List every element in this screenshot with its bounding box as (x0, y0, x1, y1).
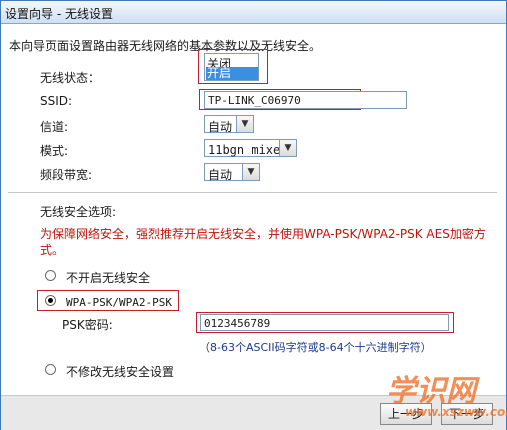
radio-no-security[interactable] (45, 270, 56, 281)
bandwidth-value: 自动 (208, 168, 233, 182)
ssid-value: TP-LINK_C06970 (208, 94, 301, 107)
title-bar: 设置向导 - 无线设置 (1, 1, 506, 24)
psk-password-input[interactable]: 0123456789 (200, 314, 449, 331)
channel-value: 自动 (208, 120, 233, 134)
channel-select[interactable]: 自动 ▼ (204, 115, 254, 134)
mode-value: 11bgn mixed (208, 143, 288, 157)
chevron-down-icon: ▼ (236, 116, 253, 132)
option-no-security-label: 不开启无线安全 (66, 271, 151, 285)
radio-wpa-psk[interactable] (45, 295, 56, 306)
watermark-logo: 学识网 (386, 374, 476, 409)
bandwidth-label: 频段带宽: (40, 168, 93, 182)
ssid-input[interactable]: TP-LINK_C06970 (204, 91, 407, 109)
psk-hint: （8-63个ASCII码字符或8-64个十六进制字符） (199, 341, 432, 354)
mode-select[interactable]: 11bgn mixed ▼ (204, 139, 297, 157)
section-divider (8, 192, 497, 193)
wireless-status-label: 无线状态： (40, 71, 101, 85)
radio-no-change[interactable] (45, 364, 56, 375)
psk-value: 0123456789 (204, 317, 271, 330)
intro-text: 本向导页面设置路由器无线网络的基本参数以及无线安全。 (9, 39, 322, 53)
chevron-down-icon: ▼ (242, 164, 259, 180)
mode-label: 模式: (40, 144, 69, 158)
channel-label: 信道: (40, 120, 69, 134)
psk-label: PSK密码: (62, 318, 113, 332)
window-title: 设置向导 - 无线设置 (5, 7, 113, 21)
bandwidth-select[interactable]: 自动 ▼ (204, 163, 260, 182)
status-option-on[interactable]: 开启 (206, 67, 258, 80)
watermark-url: www.xszww.com (405, 405, 507, 419)
ssid-label: SSID: (40, 94, 73, 108)
option-no-change-label: 不修改无线安全设置 (66, 365, 175, 379)
chevron-down-icon: ▼ (279, 140, 296, 156)
security-warning-line2: 式。 (40, 243, 65, 257)
option-wpa-psk-label: WPA-PSK/WPA2-PSK (66, 296, 172, 309)
security-heading: 无线安全选项: (40, 205, 117, 219)
wireless-status-dropdown[interactable]: 关闭 开启 (204, 53, 259, 81)
security-warning-line1: 为保障网络安全，强烈推荐开启无线安全，并使用WPA-PSK/WPA2-PSK A… (40, 227, 486, 241)
